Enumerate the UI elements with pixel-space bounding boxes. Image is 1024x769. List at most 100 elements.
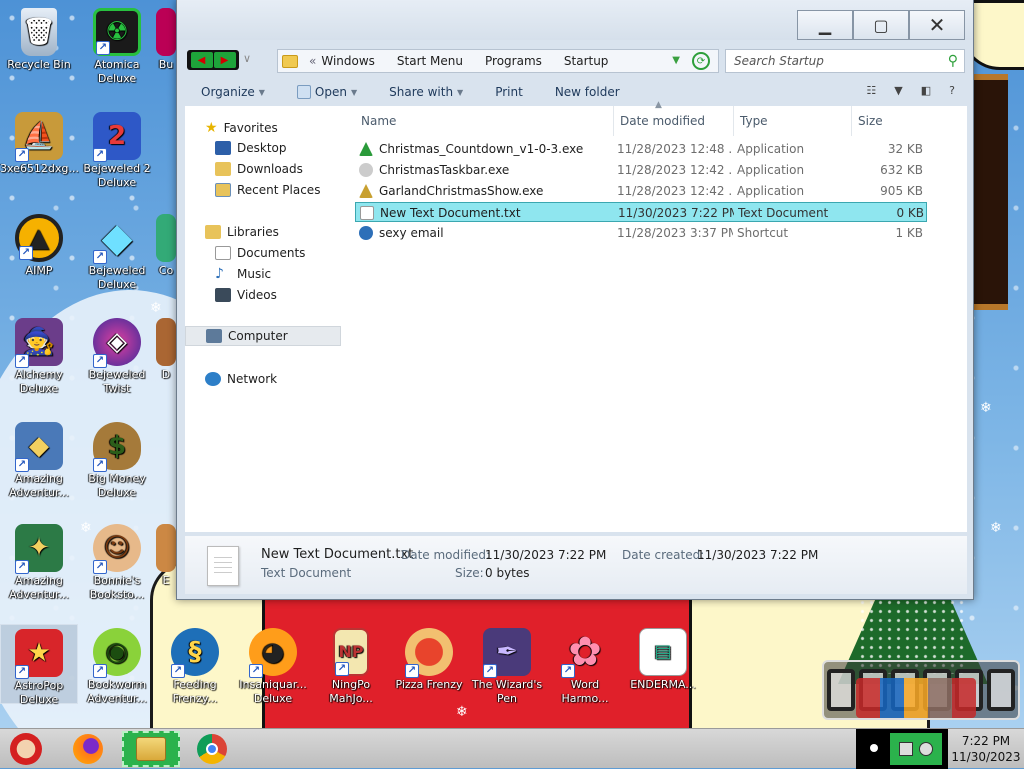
start-button[interactable]	[4, 731, 48, 767]
desktop-icon-label: Bookworm Adventur...	[87, 678, 147, 705]
notification-dot-icon[interactable]	[870, 744, 878, 752]
fish-icon: § ↗	[171, 628, 219, 678]
nav-label: Favorites	[223, 121, 278, 135]
nav-desktop[interactable]: Desktop	[215, 138, 287, 158]
breadcrumb-windows[interactable]: Windows	[321, 54, 375, 68]
desktop-icon-insaniquarium[interactable]: ◕ ↗ Insaniquar... Deluxe	[234, 624, 312, 706]
desktop-icon-partial[interactable]: Bu	[156, 4, 176, 72]
desktop-icon-atomica-deluxe[interactable]: ☢ ↗ Atomica Deluxe	[78, 4, 156, 86]
desktop-icon-ningpo-mahjong[interactable]: NP ↗ NingPo MahJo...	[312, 624, 390, 706]
bejeweled-icon: ◆ ↗	[93, 214, 141, 264]
videos-icon	[215, 288, 231, 302]
column-header-date-modified[interactable]: Date modified	[613, 106, 733, 136]
desktop-icon-pizza-frenzy[interactable]: ↗ Pizza Frenzy	[390, 624, 468, 692]
nav-music[interactable]: ♪ Music	[215, 264, 271, 284]
mahjong-icon: NP ↗	[333, 628, 369, 676]
address-row: ◀ ▶ ∨ « Windows Start Menu Programs Star…	[177, 44, 973, 76]
help-icon[interactable]: ?	[949, 84, 955, 97]
view-options-icon[interactable]: ☷	[866, 84, 876, 97]
desktop-icon-recycle-bin[interactable]: 🗑 Recycle Bin	[0, 4, 78, 72]
organize-button[interactable]: Organize ▼	[185, 85, 281, 99]
title-bar[interactable]: ▁ ▢ ✕	[177, 0, 973, 40]
tray-icons[interactable]	[890, 733, 942, 765]
desktop-icon-aimp[interactable]: ▲ ↗ AIMP	[0, 210, 78, 278]
breadcrumb-start-menu[interactable]: Start Menu	[397, 54, 463, 68]
column-header-type[interactable]: Type	[733, 106, 851, 136]
file-size: 632 KB	[880, 163, 923, 177]
file-type: Text Document	[738, 206, 829, 220]
column-header-size[interactable]: Size	[851, 106, 931, 136]
desktop-icon-bonnies-bookstore[interactable]: ☺ ↗ Bonnie's Booksto...	[78, 520, 156, 602]
desktop-icon-partial[interactable]: Co	[156, 210, 176, 278]
nav-network[interactable]: Network	[205, 369, 277, 389]
print-button[interactable]: Print	[479, 85, 539, 99]
file-row[interactable]: ChristmasTaskbar.exe 11/28/2023 12:42 ..…	[355, 160, 927, 180]
desktop-icon-alchemy-deluxe[interactable]: 🧙 ↗ Alchemy Deluxe	[0, 314, 78, 396]
close-button[interactable]: ✕	[909, 10, 965, 40]
taskbar-clock[interactable]: 7:22 PM 11/30/2023	[948, 729, 1024, 769]
taskbar-chrome[interactable]	[190, 731, 234, 767]
share-with-button[interactable]: Share with ▼	[373, 85, 479, 99]
view-dropdown-icon[interactable]: ▼	[894, 84, 902, 97]
desktop-icon-astropop-deluxe[interactable]: ★ ↗ AstroPop Deluxe	[0, 624, 78, 706]
desktop-icon-big-money-deluxe[interactable]: $ ↗ Big Money Deluxe	[78, 418, 156, 500]
volume-muted-icon[interactable]	[919, 742, 933, 756]
nav-videos[interactable]: Videos	[215, 285, 277, 305]
desktop-icon-enderman[interactable]: ▤ ENDERMA...	[624, 624, 702, 692]
desktop-icon-wizards-pen[interactable]: ✒ ↗ The Wizard's Pen	[468, 624, 546, 706]
desktop-icon-3xe6512dxg[interactable]: ⛵ ↗ 3xe6512dxg...	[0, 108, 79, 176]
network-tray-icon[interactable]	[899, 742, 913, 756]
desktop-icon-partial[interactable]: E	[156, 520, 176, 588]
open-button[interactable]: Open ▼	[281, 85, 373, 99]
new-folder-button[interactable]: New folder	[539, 85, 636, 99]
nav-libraries[interactable]: Libraries	[205, 222, 279, 242]
desktop-icon-amazing-adventures[interactable]: ◆ ↗ Amazing Adventur...	[0, 418, 78, 500]
desktop-icon-bejeweled-deluxe[interactable]: ◆ ↗ Bejeweled Deluxe	[78, 210, 156, 292]
file-row-selected[interactable]: New Text Document.txt 11/30/2023 7:22 PM…	[355, 202, 927, 222]
refresh-icon[interactable]: ⟳	[692, 52, 710, 70]
breadcrumb-startup[interactable]: Startup	[564, 54, 609, 68]
file-row[interactable]: sexy email 11/28/2023 3:37 PM Shortcut 1…	[355, 223, 927, 243]
maximize-icon: ▢	[873, 15, 889, 35]
explorer-content: ★ Favorites Desktop Downloads Recent Pla…	[185, 100, 967, 532]
taskbar-firefox[interactable]	[66, 731, 110, 767]
recent-pages-dropdown-icon[interactable]: ∨	[243, 52, 251, 65]
file-row[interactable]: Christmas_Countdown_v1-0-3.exe 11/28/202…	[355, 139, 927, 159]
chevron-down-icon: ▼	[457, 87, 464, 97]
nav-documents[interactable]: Documents	[215, 243, 305, 263]
desktop-icon-feeding-frenzy[interactable]: § ↗ Feeding Frenzy...	[156, 624, 234, 706]
forward-icon[interactable]: ▶	[213, 52, 236, 68]
desktop-icon-bookworm-adventures[interactable]: ◉ ↗ Bookworm Adventur...	[78, 624, 156, 706]
desktop-icon-word-harmony[interactable]: ✿ ↗ Word Harmo...	[546, 624, 624, 706]
desktop-icon-partial[interactable]: D	[156, 314, 176, 382]
explorer-window[interactable]: ▁ ▢ ✕ ◀ ▶ ∨ « Windows Start Menu Program…	[176, 0, 974, 600]
back-icon[interactable]: ◀	[190, 52, 213, 68]
wallpaper-picture-frame	[968, 74, 1008, 310]
countdown-digit	[827, 669, 855, 711]
nav-recent-places[interactable]: Recent Places	[215, 180, 320, 200]
maximize-button[interactable]: ▢	[853, 10, 909, 40]
search-icon[interactable]: ⚲	[948, 53, 958, 69]
desktop-icon-label: NingPo MahJo...	[329, 678, 373, 705]
desktop-icon-label: Bu	[158, 58, 174, 71]
desktop-icon-bejeweled-2[interactable]: 2 ↗ Bejeweled 2 Deluxe	[78, 108, 156, 190]
address-bar[interactable]: « Windows Start Menu Programs Startup ▼ …	[277, 49, 719, 73]
wizard-icon: 🧙 ↗	[15, 318, 63, 368]
nav-downloads[interactable]: Downloads	[215, 159, 303, 179]
nav-favorites[interactable]: ★ Favorites	[205, 118, 278, 138]
breadcrumb-overflow-icon[interactable]: «	[309, 54, 316, 68]
breadcrumb-programs[interactable]: Programs	[485, 54, 542, 68]
back-forward-buttons[interactable]: ◀ ▶	[187, 50, 239, 70]
search-input[interactable]: Search Startup ⚲	[725, 49, 965, 73]
desktop-icon-label: Recycle Bin	[7, 58, 71, 71]
desktop-icon-amazing-adventures-2[interactable]: ✦ ↗ Amazing Adventur...	[0, 520, 78, 602]
minimize-button[interactable]: ▁	[797, 10, 853, 40]
nav-computer[interactable]: Computer	[185, 326, 341, 346]
preview-pane-icon[interactable]: ◧	[921, 84, 931, 97]
desktop-icon-label: Big Money Deluxe	[88, 472, 146, 499]
desktop-icon-bejeweled-twist[interactable]: ◈ ↗ Bejeweled Twist	[78, 314, 156, 396]
file-row[interactable]: GarlandChristmasShow.exe 11/28/2023 12:4…	[355, 181, 927, 201]
taskbar-file-explorer[interactable]	[122, 731, 180, 767]
column-header-name[interactable]: Name	[355, 106, 613, 136]
address-dropdown-icon[interactable]: ▼	[672, 55, 680, 66]
